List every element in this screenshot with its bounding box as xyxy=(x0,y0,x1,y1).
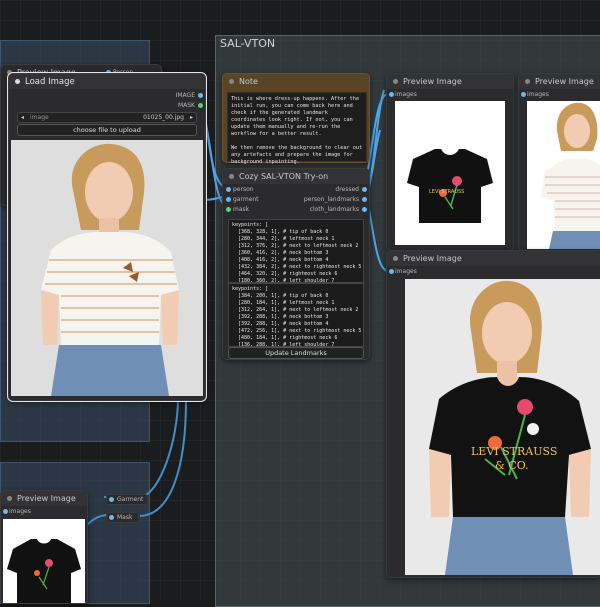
images-input[interactable]: images xyxy=(3,508,31,515)
node-title: Cozy SAL-VTON Try-on xyxy=(239,172,329,181)
node-title: Note xyxy=(239,77,258,86)
node-title: Preview Image xyxy=(403,77,462,86)
mask-reroute[interactable]: Mask xyxy=(106,512,140,523)
image-output[interactable]: IMAGE xyxy=(176,92,203,99)
images-input[interactable]: images xyxy=(389,91,417,98)
shirt-print-text: LEVI STRAUSS xyxy=(471,445,558,458)
shirt-print-subtext: & CO. xyxy=(495,459,529,472)
upload-button[interactable]: choose file to upload xyxy=(17,124,197,136)
right-arrow-icon[interactable]: ▸ xyxy=(190,113,193,122)
dressed-output[interactable]: dressed xyxy=(335,186,367,193)
cozy-sal-vton-node[interactable]: Cozy SAL-VTON Try-on person garment mask… xyxy=(222,168,370,360)
person-image xyxy=(11,140,203,396)
image-select[interactable]: ◂ image 01025_00.jpg ▸ xyxy=(17,112,197,123)
mask-output[interactable]: MASK xyxy=(178,102,203,109)
shirt-print-text: LEVI STRAUSS xyxy=(429,189,465,195)
cloth-keypoints-textarea[interactable]: keypoints: [ [384, 200, 1], # tip of bac… xyxy=(228,283,364,347)
mask-input[interactable]: mask xyxy=(226,206,249,213)
person-input[interactable]: person xyxy=(226,186,254,193)
preview-image-node-bottom-left[interactable]: Preview Image images xyxy=(0,490,88,604)
preview-image-node-c[interactable]: Preview Image images LEVI STRAUSS & CO. xyxy=(386,250,600,578)
update-landmarks-button[interactable]: Update Landmarks xyxy=(228,347,364,359)
workflow-canvas[interactable]: SAL-VTON Preview Image Person Load Image… xyxy=(0,0,600,607)
images-input[interactable]: images xyxy=(389,268,417,275)
preview-image-b xyxy=(527,101,600,249)
cloth-landmarks-output[interactable]: cloth_landmarks xyxy=(310,206,367,213)
images-input[interactable]: images xyxy=(521,91,549,98)
node-title: Preview Image xyxy=(403,254,462,263)
person-keypoints-textarea[interactable]: keypoints: [ [368, 328, 1], # tip of bac… xyxy=(228,219,364,283)
dressed-result-image: LEVI STRAUSS & CO. xyxy=(405,279,600,575)
load-image-node[interactable]: Load Image IMAGE MASK ◂ image 01025_00.j… xyxy=(7,72,207,402)
node-title: Preview Image xyxy=(17,494,76,503)
garment-reroute[interactable]: Garment xyxy=(106,494,149,505)
note-text[interactable]: This is where dress-up happens. After th… xyxy=(227,92,367,165)
node-title: Load Image xyxy=(25,77,75,87)
left-arrow-icon[interactable]: ◂ xyxy=(21,113,24,122)
preview-image-node-a[interactable]: Preview Image images LEVI STRAUSS xyxy=(386,73,514,251)
person-landmarks-output[interactable]: person_landmarks xyxy=(304,196,367,203)
preview-image-node-b[interactable]: Preview Image images xyxy=(518,73,600,251)
node-title: Preview Image xyxy=(535,77,594,86)
preview-image-a: LEVI STRAUSS xyxy=(395,101,505,245)
garment-preview-image xyxy=(3,519,85,603)
garment-input[interactable]: garment xyxy=(226,196,259,203)
note-node[interactable]: Note This is where dress-up happens. Aft… xyxy=(222,73,370,165)
